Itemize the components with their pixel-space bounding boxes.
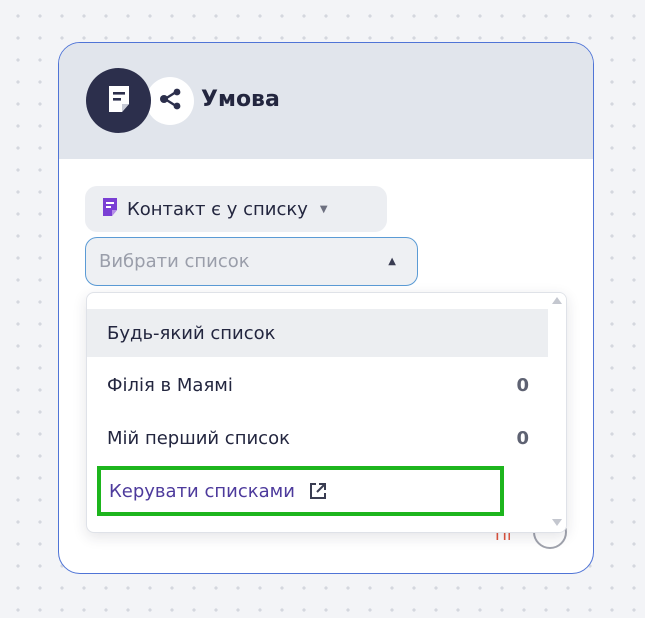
- chevron-up-icon: ▲: [388, 256, 396, 267]
- dropdown-item-miami-branch[interactable]: Філія в Маямі 0: [87, 361, 549, 409]
- list-select-placeholder: Вибрати список: [99, 251, 250, 272]
- share-icon: [157, 87, 183, 115]
- external-link-icon: [309, 482, 327, 500]
- condition-type-label: Контакт є у списку: [127, 198, 308, 220]
- note-badge: [86, 68, 151, 133]
- list-icon: [102, 197, 118, 221]
- dropdown-item-label: Будь-який список: [107, 322, 276, 344]
- dropdown-item-any-list[interactable]: Будь-який список: [87, 309, 549, 357]
- note-icon: [106, 84, 132, 118]
- node-title: Умова: [201, 87, 280, 112]
- dropdown-item-label: Філія в Маямі: [107, 374, 233, 396]
- scroll-up-arrow-icon[interactable]: [552, 297, 562, 304]
- manage-lists-link[interactable]: Керувати списками: [97, 466, 504, 516]
- scroll-down-arrow-icon[interactable]: [552, 519, 562, 526]
- list-dropdown[interactable]: Будь-який список Філія в Маямі 0 Мій пер…: [86, 292, 567, 533]
- share-badge: [146, 77, 194, 125]
- dropdown-item-label: Мій перший список: [107, 427, 290, 449]
- manage-lists-label: Керувати списками: [109, 480, 295, 502]
- condition-type-select[interactable]: Контакт є у списку ▼: [85, 186, 387, 232]
- dropdown-item-first-list[interactable]: Мій перший список 0: [87, 414, 549, 462]
- chevron-down-icon: ▼: [319, 203, 328, 215]
- dropdown-item-count: 0: [516, 427, 529, 449]
- dropdown-scrollbar[interactable]: [548, 293, 566, 532]
- list-select-input[interactable]: Вибрати список ▲: [85, 237, 418, 286]
- dropdown-item-count: 0: [516, 374, 529, 396]
